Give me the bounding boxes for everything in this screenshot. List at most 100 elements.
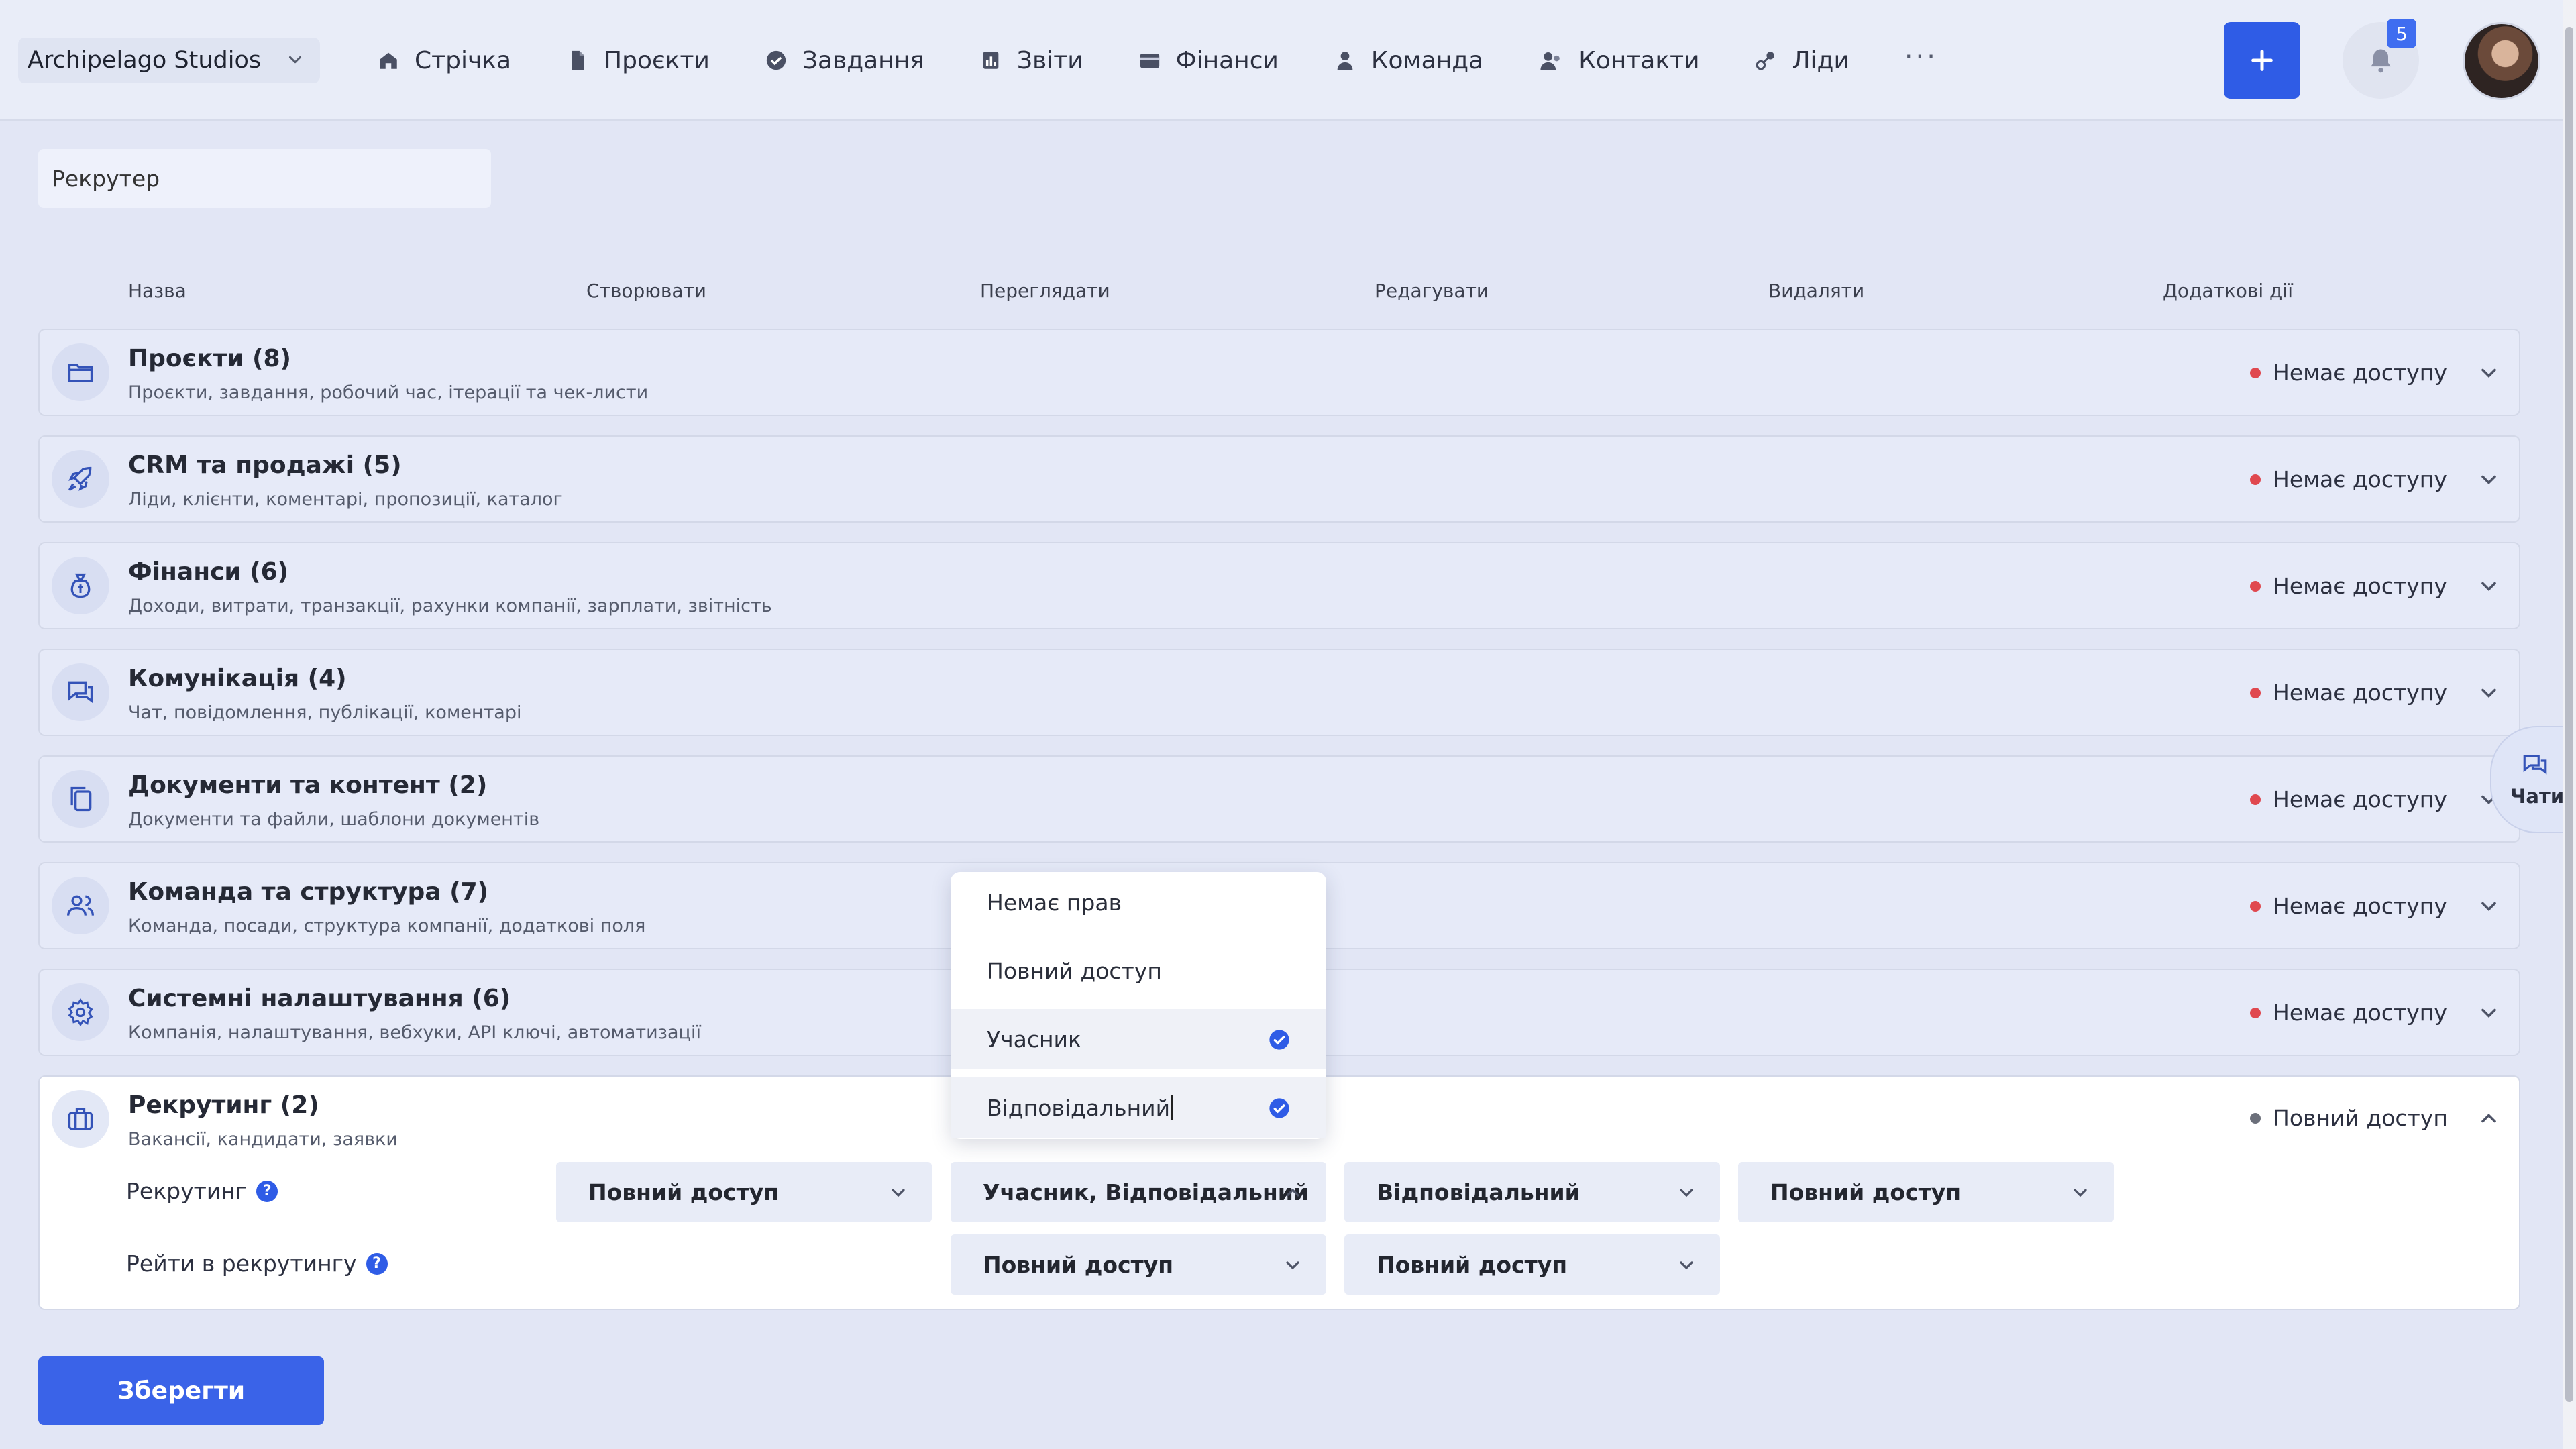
recruiting-delete-select[interactable]: Повний доступ bbox=[1738, 1162, 2114, 1222]
chevron-down-icon[interactable] bbox=[2477, 681, 2501, 705]
chevron-down-icon bbox=[289, 56, 301, 64]
text-cursor bbox=[1171, 1095, 1173, 1120]
subpermission-label-text: Рекрутинг bbox=[126, 1178, 248, 1204]
chevron-up-icon[interactable] bbox=[2477, 1106, 2501, 1130]
select-value: Повний доступ bbox=[1770, 1179, 1962, 1205]
section-subtitle: Доходи, витрати, транзакції, рахунки ком… bbox=[128, 596, 772, 616]
chats-label: Чати bbox=[2510, 785, 2565, 808]
nav-item-projects[interactable]: Проєкти bbox=[566, 47, 710, 74]
ratings-view-select[interactable]: Повний доступ bbox=[951, 1234, 1326, 1295]
subpermission-ratings-label: Рейти в рекрутингу ? bbox=[126, 1250, 388, 1277]
status-text: Немає доступу bbox=[2273, 680, 2447, 706]
recruiting-create-select[interactable]: Повний доступ bbox=[556, 1162, 932, 1222]
select-value: Повний доступ bbox=[588, 1179, 780, 1205]
home-icon bbox=[380, 52, 397, 69]
recruiting-edit-select[interactable]: Відповідальний bbox=[1344, 1162, 1720, 1222]
nav-item-feed[interactable]: Стрічка bbox=[377, 47, 511, 74]
leads-icon bbox=[1756, 52, 1775, 70]
dropdown-option-full-access[interactable]: Повний доступ bbox=[951, 941, 1326, 1001]
scrollbar-thumb[interactable] bbox=[2565, 27, 2573, 1402]
permission-section-communication[interactable]: Комунікація (4) Чат, повідомлення, публі… bbox=[38, 649, 2520, 736]
section-title: Комунікація (4) bbox=[128, 665, 347, 692]
subpermission-recruiting-label: Рекрутинг ? bbox=[126, 1178, 278, 1204]
dropdown-option-responsible[interactable]: Відповідальний bbox=[951, 1077, 1326, 1138]
status-text: Повний доступ bbox=[2273, 1105, 2448, 1131]
status-text: Немає доступу bbox=[2273, 360, 2447, 386]
nav-item-label: Контакти bbox=[1578, 46, 1700, 74]
column-header-create: Створювати bbox=[586, 280, 707, 302]
nav-item-contacts[interactable]: Контакти bbox=[1538, 47, 1699, 74]
nav-item-finance[interactable]: Фінанси bbox=[1138, 47, 1279, 74]
section-title: Проєкти (8) bbox=[128, 345, 291, 372]
help-icon[interactable]: ? bbox=[256, 1180, 278, 1202]
permission-section-crm[interactable]: CRM та продажі (5) Ліди, клієнти, комент… bbox=[38, 435, 2520, 523]
access-status: Немає доступу bbox=[2250, 360, 2447, 386]
briefcase-icon bbox=[52, 1090, 109, 1148]
status-text: Немає доступу bbox=[2273, 786, 2447, 812]
section-title: Системні налаштування (6) bbox=[128, 985, 511, 1012]
help-icon[interactable]: ? bbox=[366, 1252, 388, 1275]
section-title: Фінанси (6) bbox=[128, 558, 289, 586]
access-status: Повний доступ bbox=[2250, 1105, 2448, 1131]
people-icon bbox=[52, 877, 109, 934]
section-subtitle: Чат, повідомлення, публікації, коментарі bbox=[128, 702, 522, 723]
document-icon bbox=[572, 50, 584, 70]
chevron-down-icon[interactable] bbox=[2477, 574, 2501, 598]
chevron-down-icon[interactable] bbox=[2477, 1001, 2501, 1025]
create-button[interactable] bbox=[2224, 22, 2300, 99]
contacts-icon bbox=[1540, 52, 1560, 70]
ratings-edit-select[interactable]: Повний доступ bbox=[1344, 1234, 1720, 1295]
nav-item-label: Фінанси bbox=[1175, 46, 1279, 74]
chevron-down-icon[interactable] bbox=[2477, 361, 2501, 385]
rocket-icon bbox=[52, 450, 109, 508]
dropdown-option-no-rights[interactable]: Немає прав bbox=[951, 872, 1326, 932]
nav-item-label: Стрічка bbox=[415, 46, 512, 74]
notification-count-badge: 5 bbox=[2387, 19, 2416, 48]
subpermission-label-text: Рейти в рекрутингу bbox=[126, 1250, 357, 1277]
folder-icon bbox=[52, 343, 109, 401]
section-title: Документи та контент (2) bbox=[128, 771, 488, 799]
checkmark-icon bbox=[1269, 1098, 1289, 1118]
option-label: Відповідальний bbox=[987, 1094, 1171, 1121]
nav-item-tasks[interactable]: Завдання bbox=[765, 47, 924, 74]
user-avatar[interactable] bbox=[2463, 22, 2540, 100]
chevron-down-icon bbox=[1286, 1261, 1299, 1270]
section-subtitle: Команда, посади, структура компанії, дод… bbox=[128, 916, 646, 936]
nav-item-label: Звіти bbox=[1016, 46, 1083, 74]
status-dot bbox=[2250, 1007, 2261, 1018]
section-subtitle: Вакансії, кандидати, заявки bbox=[128, 1129, 398, 1150]
select-value: Повний доступ bbox=[1377, 1251, 1568, 1278]
chevron-down-icon bbox=[1680, 1189, 1693, 1197]
chevron-down-icon bbox=[1680, 1261, 1693, 1270]
nav-more-button[interactable]: ··· bbox=[1904, 42, 1938, 72]
access-status: Немає доступу bbox=[2250, 573, 2447, 599]
plus-icon bbox=[2251, 50, 2273, 71]
top-navigation-bar: Archipelago Studios Стрічка Проєкти Завд… bbox=[0, 0, 2563, 121]
nav-item-label: Завдання bbox=[802, 46, 924, 74]
status-dot bbox=[2250, 580, 2261, 592]
access-status: Немає доступу bbox=[2250, 1000, 2447, 1026]
column-header-name: Назва bbox=[128, 280, 186, 302]
recruiting-view-select[interactable]: Учасник, Відповідальний bbox=[951, 1162, 1326, 1222]
role-name-input[interactable]: Рекрутер bbox=[38, 149, 491, 208]
permission-section-documents[interactable]: Документи та контент (2) Документи та фа… bbox=[38, 755, 2520, 843]
chat-bubbles-icon bbox=[2523, 755, 2547, 775]
nav-item-leads[interactable]: Ліди bbox=[1754, 47, 1849, 74]
section-subtitle: Проєкти, завдання, робочий час, ітерації… bbox=[128, 382, 649, 403]
nav-item-team[interactable]: Команда bbox=[1334, 47, 1483, 74]
gear-icon bbox=[52, 983, 109, 1041]
chevron-down-icon[interactable] bbox=[2477, 468, 2501, 492]
permission-section-projects[interactable]: Проєкти (8) Проєкти, завдання, робочий ч… bbox=[38, 329, 2520, 416]
permission-section-finance[interactable]: Фінанси (6) Доходи, витрати, транзакції,… bbox=[38, 542, 2520, 629]
company-switcher[interactable]: Archipelago Studios bbox=[18, 38, 320, 83]
chevron-down-icon bbox=[892, 1189, 905, 1197]
column-header-view: Переглядати bbox=[980, 280, 1110, 302]
access-status: Немає доступу bbox=[2250, 893, 2447, 919]
status-text: Немає доступу bbox=[2273, 893, 2447, 919]
dropdown-option-participant[interactable]: Учасник bbox=[951, 1009, 1326, 1069]
status-dot bbox=[2250, 367, 2261, 378]
save-button[interactable]: Зберегти bbox=[38, 1356, 324, 1425]
section-subtitle: Ліди, клієнти, коментарі, пропозиції, ка… bbox=[128, 489, 563, 510]
chevron-down-icon[interactable] bbox=[2477, 894, 2501, 918]
nav-item-reports[interactable]: Звіти bbox=[979, 47, 1083, 74]
